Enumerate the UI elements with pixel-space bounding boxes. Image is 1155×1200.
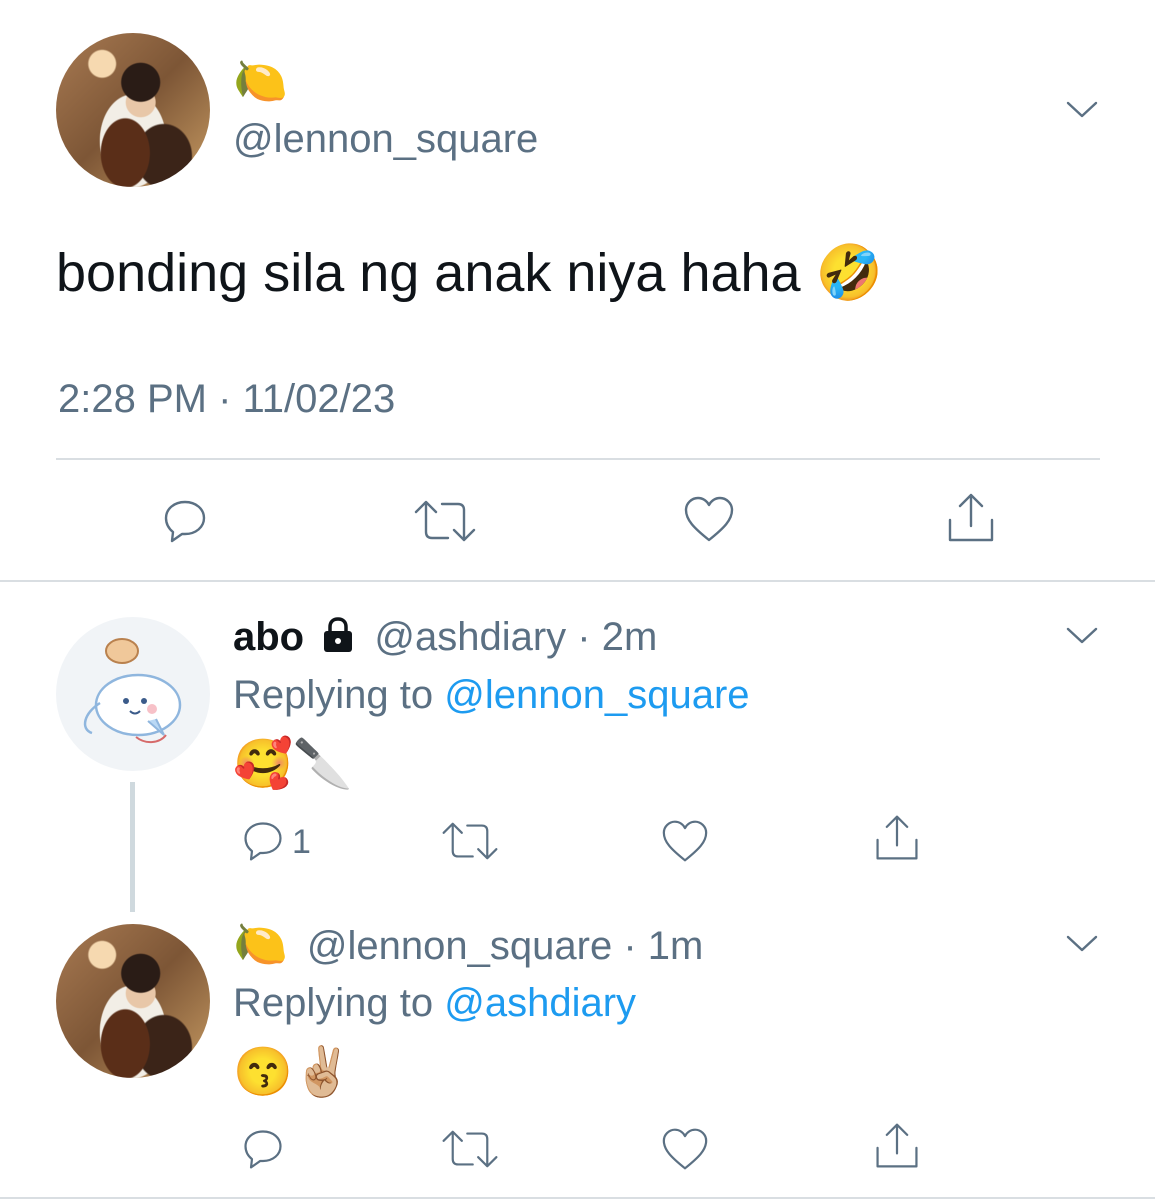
reply-text: 🥰🔪: [233, 738, 353, 791]
divider: [56, 458, 1100, 460]
like-icon[interactable]: [660, 1126, 710, 1172]
mention-link[interactable]: @ashdiary: [444, 981, 636, 1025]
display-name: 🍋: [233, 57, 288, 106]
user-handle[interactable]: @lennon_square: [233, 112, 538, 166]
display-name[interactable]: abo: [233, 615, 304, 659]
like-icon[interactable]: [660, 818, 710, 864]
avatar[interactable]: [56, 924, 210, 1078]
mention-link[interactable]: @lennon_square: [444, 673, 749, 717]
reply-header: 🍋 @lennon_square · 1m: [233, 918, 703, 973]
post-time[interactable]: · 2m: [577, 615, 657, 659]
reply-text: 😙✌🏼: [233, 1046, 353, 1099]
display-name[interactable]: 🍋: [233, 920, 288, 969]
section-divider: [0, 1197, 1155, 1199]
share-icon[interactable]: [872, 812, 922, 864]
replying-label: Replying to: [233, 981, 434, 1025]
thread-connector: [130, 782, 135, 912]
chevron-down-icon[interactable]: [1064, 930, 1100, 956]
post-time[interactable]: · 1m: [623, 924, 703, 968]
avatar[interactable]: [56, 33, 210, 187]
section-divider: [0, 580, 1155, 582]
retweet-icon[interactable]: [412, 498, 478, 544]
replying-label: Replying to: [233, 673, 434, 717]
reply-count: 1: [292, 823, 311, 861]
share-icon[interactable]: [872, 1120, 922, 1172]
reply-icon[interactable]: [238, 818, 288, 864]
user-handle[interactable]: @ashdiary: [374, 615, 566, 659]
retweet-icon[interactable]: [440, 820, 500, 862]
replying-to: Replying to @lennon_square: [233, 670, 750, 720]
reply-header: abo @ashdiary · 2m: [233, 612, 657, 662]
replying-to: Replying to @ashdiary: [233, 978, 636, 1028]
reply-icon[interactable]: [160, 496, 210, 546]
retweet-icon[interactable]: [440, 1128, 500, 1170]
tweet-text: bonding sila ng anak niya haha 🤣: [56, 243, 883, 303]
like-icon[interactable]: [682, 494, 736, 544]
chevron-down-icon[interactable]: [1064, 96, 1100, 122]
reply-icon[interactable]: [238, 1126, 288, 1172]
timestamp[interactable]: 2:28 PM · 11/02/23: [58, 372, 395, 426]
user-handle[interactable]: @lennon_square: [307, 924, 612, 968]
lock-icon: [324, 617, 353, 652]
chevron-down-icon[interactable]: [1064, 622, 1100, 648]
share-icon[interactable]: [944, 490, 998, 546]
avatar[interactable]: [56, 617, 210, 771]
